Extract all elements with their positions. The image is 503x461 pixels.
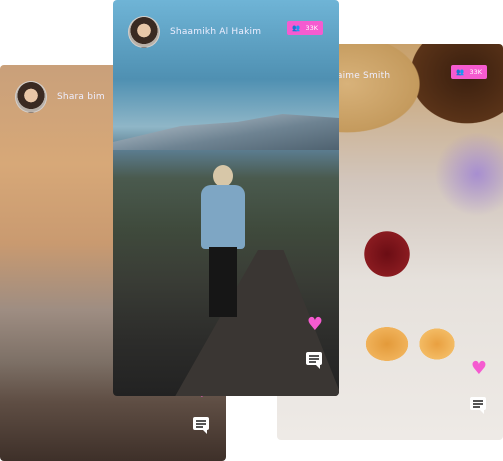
followers-count: 33K [469, 68, 482, 76]
username[interactable]: Jaime Smith [334, 71, 390, 81]
followers-count: 33K [305, 24, 318, 32]
avatar[interactable] [128, 16, 160, 48]
followers-badge: 👥 33K [287, 21, 323, 35]
heart-icon[interactable]: ♥ [470, 360, 488, 378]
username[interactable]: Shaamikh Al Hakim [170, 27, 261, 37]
mountains [113, 114, 339, 150]
post-header: Shara bim [15, 81, 105, 113]
heart-icon[interactable]: ♥ [306, 316, 324, 334]
people-icon: 👥 [292, 24, 301, 32]
followers-badge: 👥 33K [451, 65, 487, 79]
comment-icon[interactable] [306, 352, 324, 370]
comment-icon[interactable] [193, 417, 211, 435]
username[interactable]: Shara bim [57, 92, 105, 102]
comment-icon[interactable] [470, 397, 488, 415]
avatar[interactable] [15, 81, 47, 113]
post-header: Shaamikh Al Hakim [128, 16, 261, 48]
people-icon: 👥 [456, 68, 465, 76]
post-card-shaamikh[interactable]: Shaamikh Al Hakim 👥 33K ♥ [113, 0, 339, 396]
person-figure [197, 165, 249, 325]
